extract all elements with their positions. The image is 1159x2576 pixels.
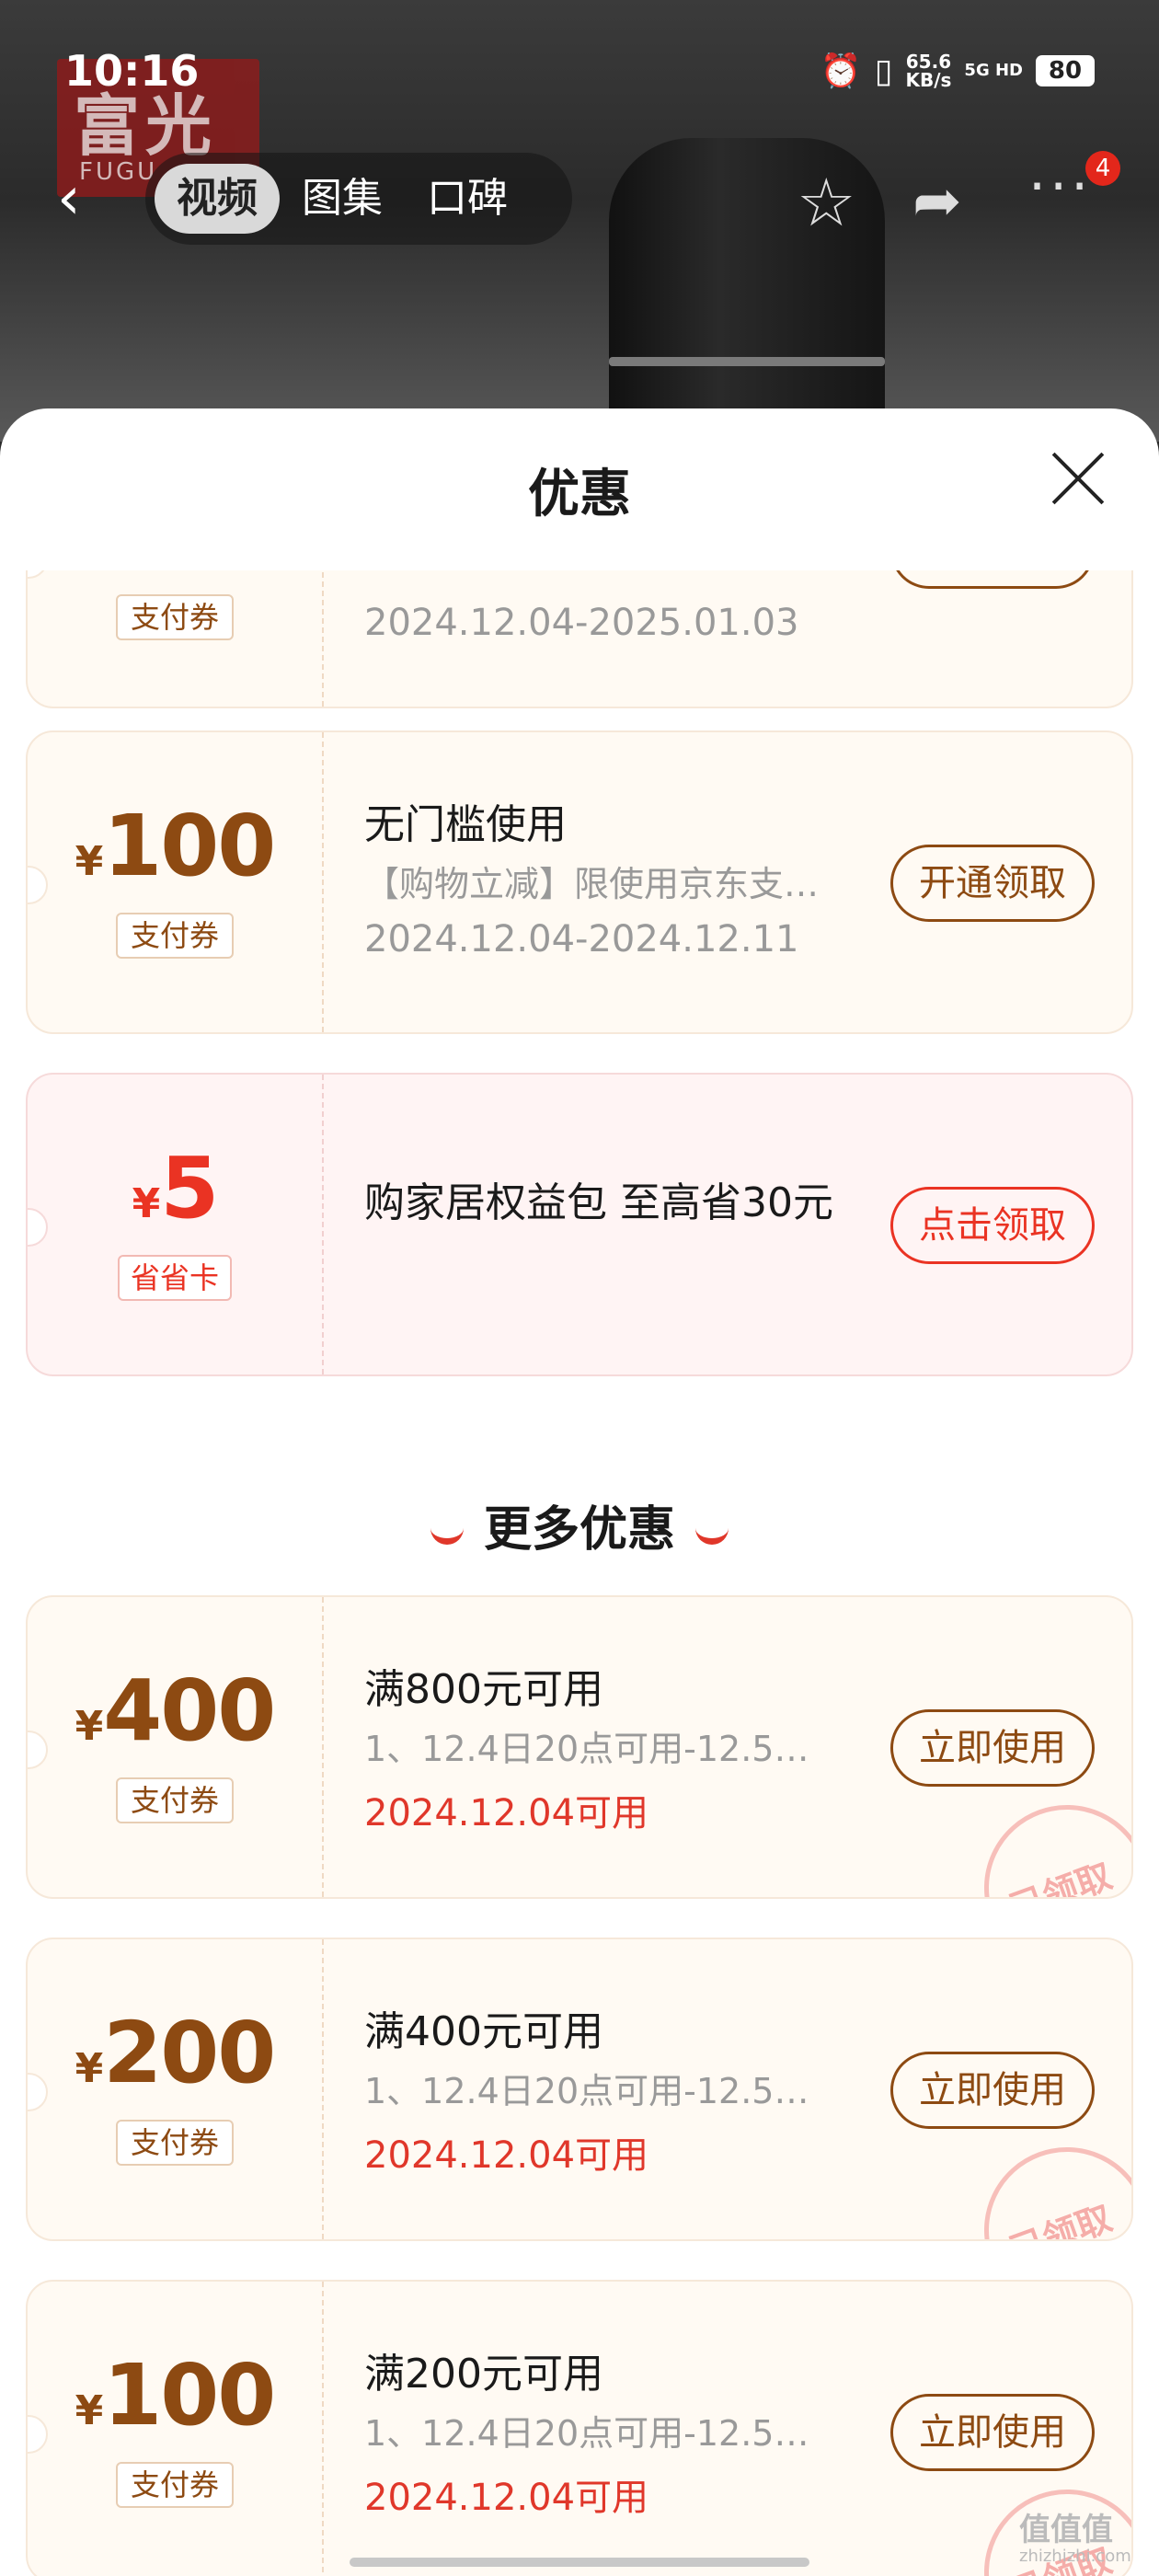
use-now-button[interactable]: 立即使用	[890, 1709, 1095, 1787]
share-icon[interactable]: ➦	[912, 167, 962, 236]
battery-icon: 80	[1036, 55, 1095, 86]
coupon-date: 2024.12.04可用	[364, 1792, 649, 1834]
coupon-title: 购家居权益包 至高省30元	[364, 1179, 833, 1226]
tab-video[interactable]: 视频	[155, 164, 280, 234]
smile-icon	[695, 1522, 729, 1545]
claim-button[interactable]: 开通领取	[890, 845, 1095, 922]
coupon-tag: 支付券	[116, 594, 234, 640]
coupon-tag: 支付券	[116, 1777, 234, 1823]
coupon-card: ¥400 支付券 满800元可用 1、12.4日20点可用-12.5… 2024…	[26, 1595, 1133, 1899]
signal-indicator: 5G HD	[964, 61, 1023, 80]
notification-badge: 4	[1085, 151, 1120, 186]
coupon-date: 2024.12.04-2024.12.11	[364, 918, 799, 960]
watermark: 值值值	[1019, 2512, 1113, 2548]
coupon-tag: 支付券	[116, 2120, 234, 2166]
coupon-date: 2024.12.04可用	[364, 2134, 649, 2177]
tab-reviews[interactable]: 口碑	[405, 164, 530, 234]
coupon-date: 2024.12.04-2025.01.03	[364, 602, 799, 644]
coupon-desc: 1、12.4日20点可用-12.5…	[364, 2413, 809, 2454]
use-now-button[interactable]: 立即使用	[890, 2394, 1095, 2471]
coupon-amount: ¥100	[75, 2346, 277, 2444]
watermark-url: zhizhizhi.com	[1019, 2547, 1131, 2566]
coupon-desc: 1、12.4日20点可用-12.5…	[364, 2071, 809, 2111]
coupon-card: ¥100 支付券 满200元可用 1、12.4日20点可用-12.5… 2024…	[26, 2280, 1133, 2576]
coupon-sheet: 优惠 支付券 2024.12.04-2025.01.03 ¥100 支付券 无门…	[0, 408, 1159, 2576]
more-offers-title: 更多优惠	[0, 1490, 1159, 1559]
vibrate-icon: ▯	[874, 52, 893, 90]
status-icons: ⏰ ▯ 65.6 KB/s 5G HD 80	[820, 52, 1095, 90]
coupon-amount: ¥200	[75, 2004, 277, 2102]
smile-icon	[430, 1522, 464, 1545]
alarm-icon: ⏰	[820, 52, 862, 90]
use-now-button[interactable]: 立即使用	[890, 2052, 1095, 2129]
coupon-title: 满200元可用	[364, 2351, 603, 2398]
tab-gallery[interactable]: 图集	[280, 164, 405, 234]
coupon-tag: 支付券	[116, 913, 234, 959]
coupon-date: 2024.12.04可用	[364, 2477, 649, 2519]
coupon-card: ¥5 省省卡 购家居权益包 至高省30元 点击领取	[26, 1073, 1133, 1376]
coupon-desc: 【购物立减】限使用京东支…	[364, 864, 820, 904]
coupon-title: 无门槛使用	[364, 801, 567, 848]
claimed-stamp: 已领取	[960, 2123, 1131, 2239]
star-icon[interactable]: ☆	[797, 164, 856, 241]
more-icon[interactable]: ···	[1028, 155, 1092, 219]
coupon-title: 满800元可用	[364, 1666, 603, 1713]
net-speed: 65.6 KB/s	[905, 51, 952, 91]
status-time: 10:16	[64, 46, 200, 96]
status-bar: 10:16 ⏰ ▯ 65.6 KB/s 5G HD 80	[0, 0, 1159, 138]
close-icon[interactable]	[1045, 445, 1111, 512]
top-nav: ‹ 视频 图集 口碑 ☆ ➦ ··· 4	[0, 147, 1159, 248]
coupon-card: ¥100 支付券 无门槛使用 【购物立减】限使用京东支… 2024.12.04-…	[26, 730, 1133, 1034]
sheet-title: 优惠	[528, 465, 631, 524]
coupon-tag: 省省卡	[118, 1255, 232, 1301]
claim-button[interactable]: 点击领取	[890, 1187, 1095, 1264]
coupon-card: ¥200 支付券 满400元可用 1、12.4日20点可用-12.5… 2024…	[26, 1938, 1133, 2241]
coupon-desc: 1、12.4日20点可用-12.5…	[364, 1729, 809, 1769]
coupon-list[interactable]: 支付券 2024.12.04-2025.01.03 ¥100 支付券 无门槛使用…	[0, 570, 1159, 2576]
coupon-action-button[interactable]	[890, 570, 1095, 589]
back-icon[interactable]: ‹	[57, 169, 81, 228]
coupon-amount: ¥5	[132, 1139, 220, 1237]
claimed-stamp: 已领取	[960, 1781, 1131, 1897]
coupon-card: 支付券 2024.12.04-2025.01.03	[26, 570, 1133, 708]
coupon-title: 满400元可用	[364, 2008, 603, 2055]
coupon-tag: 支付券	[116, 2462, 234, 2508]
coupon-amount: ¥400	[75, 1662, 277, 1760]
coupon-amount: ¥100	[75, 797, 277, 895]
home-indicator[interactable]	[350, 2558, 809, 2567]
media-tabs: 视频 图集 口碑	[145, 153, 572, 245]
